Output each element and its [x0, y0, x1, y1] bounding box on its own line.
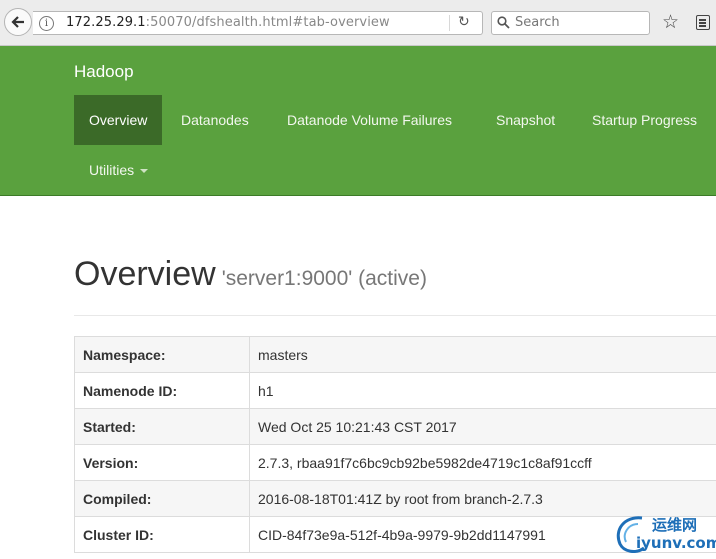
url-path: :50070/dfshealth.html#tab-overview [145, 15, 390, 30]
back-button[interactable] [4, 8, 32, 36]
back-arrow-icon [11, 16, 24, 28]
page-title: Overview'server1:9000' (active) [74, 255, 427, 294]
search-placeholder: Search [515, 15, 560, 30]
row-key: Compiled: [74, 480, 250, 517]
nav-overview[interactable]: Overview [74, 95, 163, 145]
url-text[interactable]: 172.25.29.1:50070/dfshealth.html#tab-ove… [66, 15, 390, 30]
hadoop-navbar: Hadoop Overview Datanodes Datanode Volum… [0, 46, 716, 196]
row-value: h1 [249, 372, 716, 409]
watermark-text-url: iyunv.com [636, 534, 716, 552]
search-icon [497, 16, 510, 29]
page-subtitle: 'server1:9000' (active) [221, 267, 427, 290]
brand-logo[interactable]: Hadoop [74, 62, 134, 82]
nav-startup-progress[interactable]: Startup Progress [592, 95, 697, 145]
table-row: Namenode ID: h1 [74, 372, 716, 409]
watermark-logo: 运维网 iyunv.com [612, 510, 716, 559]
bookmark-star-icon[interactable]: ☆ [662, 11, 679, 33]
table-row: Namespace: masters [74, 336, 716, 373]
divider [74, 315, 716, 316]
row-value: masters [249, 336, 716, 373]
url-host: 172.25.29.1 [66, 15, 146, 30]
table-row: Started: Wed Oct 25 10:21:43 CST 2017 [74, 408, 716, 445]
row-value: 2.7.3, rbaa91f7c6bc9cb92be5982de4719c1c8… [249, 444, 716, 481]
address-bar[interactable]: i 172.25.29.1:50070/dfshealth.html#tab-o… [33, 11, 483, 35]
row-key: Namespace: [74, 336, 250, 373]
caret-down-icon [140, 169, 149, 174]
site-info-icon[interactable]: i [39, 16, 54, 31]
browser-toolbar: i 172.25.29.1:50070/dfshealth.html#tab-o… [0, 0, 716, 46]
nav-utilities-label: Utilities [89, 162, 135, 178]
table-row: Version: 2.7.3, rbaa91f7c6bc9cb92be5982d… [74, 444, 716, 481]
row-key: Version: [74, 444, 250, 481]
row-key: Namenode ID: [74, 372, 250, 409]
row-value: Wed Oct 25 10:21:43 CST 2017 [249, 408, 716, 445]
reader-view-icon[interactable] [696, 15, 710, 30]
page-title-text: Overview [74, 255, 216, 293]
nav-datanodes[interactable]: Datanodes [181, 95, 249, 145]
row-key: Started: [74, 408, 250, 445]
search-bar[interactable]: Search [491, 11, 650, 35]
url-separator [449, 15, 450, 31]
nav-snapshot[interactable]: Snapshot [496, 95, 555, 145]
reload-icon[interactable]: ↻ [458, 14, 470, 30]
nav-utilities-dropdown[interactable]: Utilities [89, 145, 149, 195]
row-key: Cluster ID: [74, 516, 250, 553]
watermark-text-cn: 运维网 [652, 516, 698, 534]
nav-datanode-volume-failures[interactable]: Datanode Volume Failures [287, 95, 452, 145]
